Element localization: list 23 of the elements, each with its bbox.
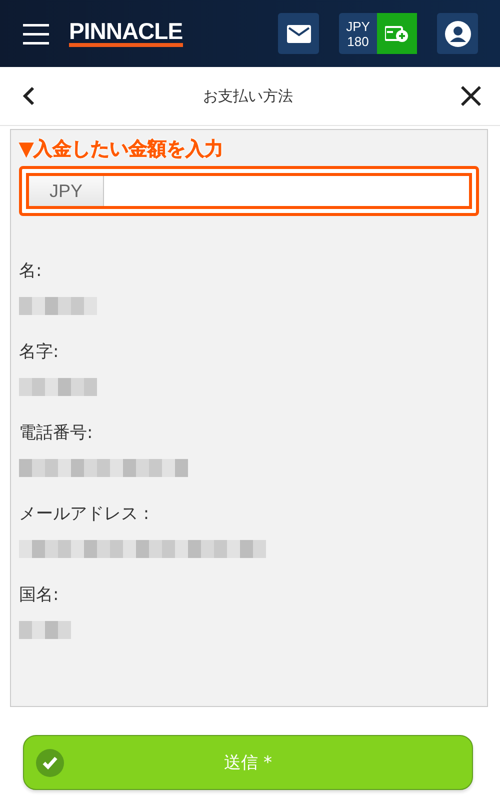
field-label: 国名: <box>19 585 60 605</box>
page-title: お支払い方法 <box>203 86 293 106</box>
back-icon[interactable] <box>22 86 36 106</box>
mail-button[interactable] <box>278 13 319 54</box>
user-icon <box>444 20 470 46</box>
field-label: 名字: <box>19 342 60 362</box>
field-label: 電話番号: <box>19 423 94 443</box>
menu-icon[interactable] <box>23 22 49 44</box>
wallet-plus-icon <box>385 24 409 42</box>
envelope-icon <box>286 24 310 42</box>
check-icon <box>36 749 64 777</box>
currency-prefix: JPY <box>29 176 104 206</box>
deposit-button[interactable] <box>377 13 417 54</box>
field-label: 名: <box>19 261 43 281</box>
balance-currency: JPY <box>346 18 370 34</box>
balance-amount: 180 <box>347 34 369 48</box>
annotation-text: ▼入金したい金額を入力 <box>19 138 225 160</box>
field-label: メールアドレス : <box>19 504 150 524</box>
blurred-value <box>19 621 71 639</box>
amount-field[interactable]: JPY <box>26 173 472 209</box>
account-button[interactable] <box>437 13 478 54</box>
logo[interactable]: PINNACLE <box>69 20 183 47</box>
close-icon[interactable] <box>460 85 482 107</box>
